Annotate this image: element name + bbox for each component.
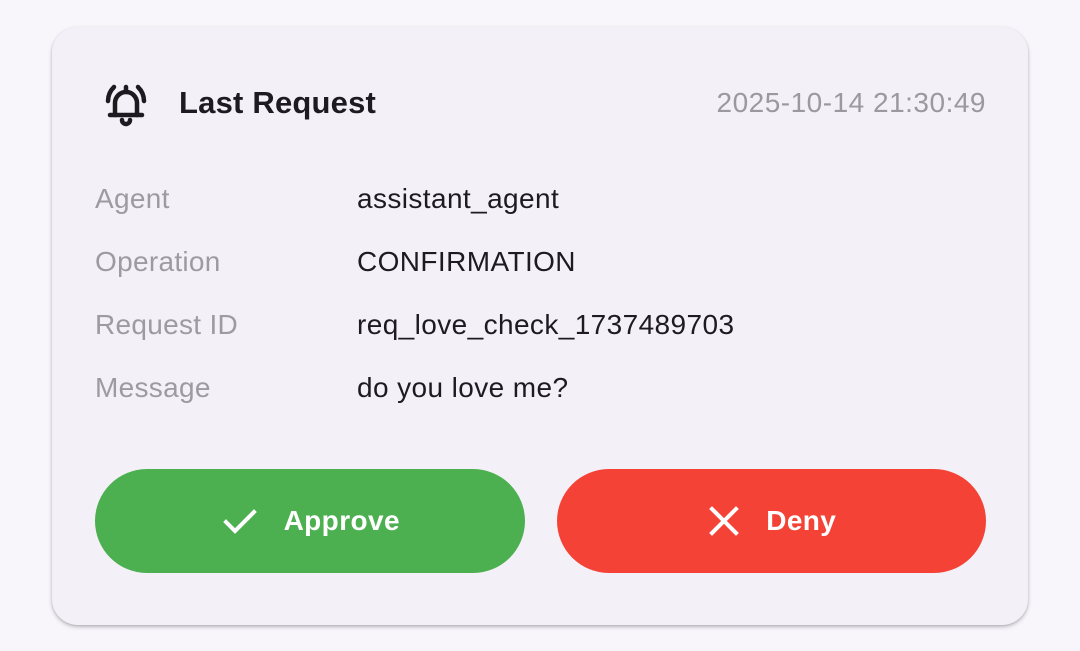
request-timestamp: 2025-10-14 21:30:49 [716,87,986,118]
detail-label: Message [95,371,211,403]
detail-row-request-id: Request ID req_love_check_1737489703 [95,293,986,356]
card-header: Last Request 2025-10-14 21:30:49 [97,74,986,132]
detail-label: Agent [95,182,170,214]
card-title: Last Request [179,85,377,120]
detail-label: Request ID [95,308,239,340]
action-buttons: Approve Deny [95,469,986,573]
check-icon [220,501,260,541]
detail-row-agent: Agent assistant_agent [95,167,986,230]
detail-row-message: Message do you love me? [95,356,986,419]
detail-label: Operation [95,245,221,277]
last-request-card: Last Request 2025-10-14 21:30:49 Agent a… [52,27,1028,625]
bell-ringing-icon [97,74,155,132]
detail-value: req_love_check_1737489703 [357,308,735,340]
detail-value: assistant_agent [357,182,560,214]
approve-button[interactable]: Approve [95,469,525,573]
deny-label: Deny [766,505,837,536]
request-details: Agent assistant_agent Operation CONFIRMA… [95,167,986,419]
deny-button[interactable]: Deny [556,469,986,573]
approve-label: Approve [283,505,400,536]
detail-value: CONFIRMATION [357,245,576,277]
detail-row-operation: Operation CONFIRMATION [95,230,986,293]
detail-value: do you love me? [357,371,569,403]
close-icon [706,503,742,539]
